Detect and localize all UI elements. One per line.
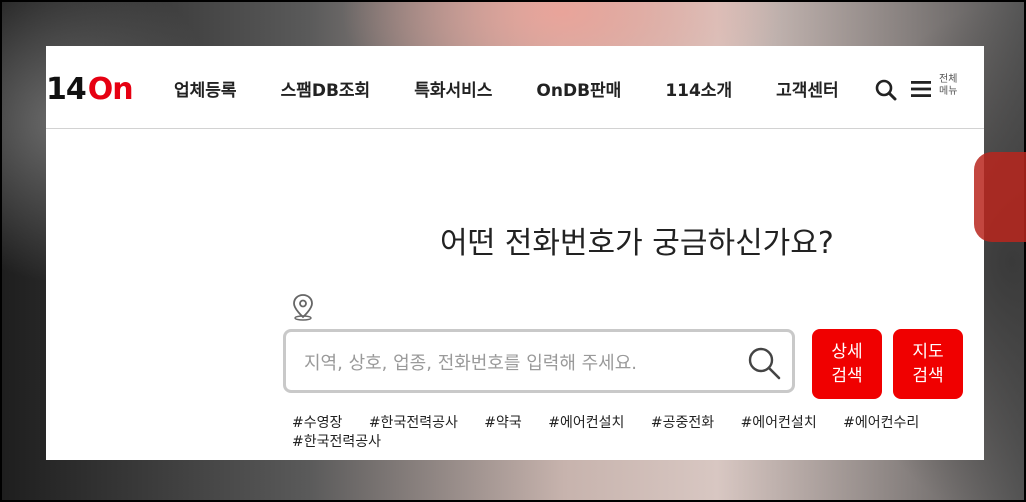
tag-link[interactable]: #약국 — [484, 414, 522, 433]
search-submit-icon[interactable] — [746, 345, 782, 381]
background-photo: 14On 업체등록 스팸DB조회 특화서비스 OnDB판매 114소개 고객센터 — [0, 0, 1026, 502]
detail-search-label-1: 상세 — [831, 342, 863, 362]
logo-number: 14 — [46, 72, 87, 107]
detail-search-label-2: 검색 — [831, 366, 863, 386]
tag-link[interactable]: #수영장 — [292, 414, 342, 433]
tag-link[interactable]: #공중전화 — [651, 414, 714, 433]
all-menu-label-line1: 전체 — [939, 74, 958, 85]
tag-link[interactable]: #한국전력공사 — [292, 433, 381, 452]
logo-on: On — [87, 72, 134, 107]
map-pin-icon[interactable] — [291, 293, 315, 321]
search-icon[interactable] — [874, 78, 898, 102]
map-search-label-2: 검색 — [912, 366, 944, 386]
tag-link[interactable]: #에어컨설치 — [548, 414, 624, 433]
tag-link[interactable]: #한국전력공사 — [369, 414, 458, 433]
page-headline: 어떤 전화번호가 궁금하신가요? — [440, 226, 834, 261]
detail-search-button[interactable]: 상세 검색 — [812, 329, 882, 399]
nav-item-special-service[interactable]: 특화서비스 — [414, 76, 492, 101]
nav-item-business-register[interactable]: 업체등록 — [174, 76, 237, 101]
nav-item-ondb-sales[interactable]: OnDB판매 — [536, 76, 621, 101]
map-search-button[interactable]: 지도 검색 — [893, 329, 963, 399]
search-input[interactable] — [302, 348, 726, 378]
nav-item-about-114[interactable]: 114소개 — [665, 76, 732, 101]
site-logo[interactable]: 14On — [46, 72, 134, 107]
search-box — [283, 329, 795, 393]
tag-link[interactable]: #에어컨수리 — [843, 414, 919, 433]
tag-link[interactable]: #에어컨설치 — [741, 414, 817, 433]
map-search-label-1: 지도 — [912, 342, 944, 362]
nav-item-customer-center[interactable]: 고객센터 — [776, 76, 839, 101]
main-nav: 업체등록 스팸DB조회 특화서비스 OnDB판매 114소개 고객센터 — [174, 76, 839, 101]
all-menu-label-line2: 메뉴 — [939, 86, 958, 97]
main-panel: 14On 업체등록 스팸DB조회 특화서비스 OnDB판매 114소개 고객센터 — [46, 46, 984, 460]
popular-tags: #수영장 #한국전력공사 #약국 #에어컨설치 #공중전화 #에어컨설치 #에어… — [292, 414, 952, 452]
nav-item-spam-db[interactable]: 스팸DB조회 — [281, 76, 371, 101]
hamburger-icon[interactable] — [910, 78, 932, 100]
all-menu-label[interactable]: 전체 메뉴 — [939, 74, 969, 98]
site-header: 14On 업체등록 스팸DB조회 특화서비스 OnDB판매 114소개 고객센터 — [46, 46, 984, 129]
